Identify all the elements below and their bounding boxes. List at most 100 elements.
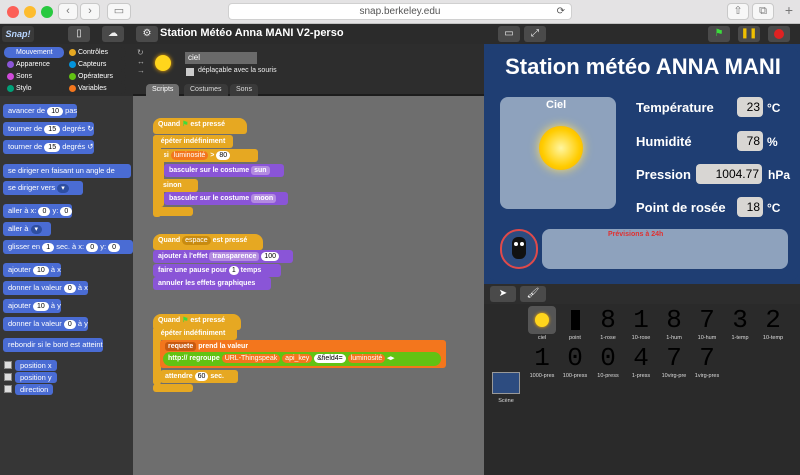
zoom-window-icon[interactable] <box>41 6 53 18</box>
costume-thumbnail[interactable]: 7 <box>693 344 721 372</box>
reporter-position-y[interactable]: position y <box>15 372 57 383</box>
block-switch-costume-sun[interactable]: basculer sur le costume sun <box>164 164 284 177</box>
scene-label: Scène <box>498 398 514 404</box>
costume-thumbnail[interactable]: 0 <box>594 344 622 372</box>
category-apparence[interactable]: Apparence <box>4 59 64 70</box>
block-pause[interactable]: faire une pause pour 1 temps <box>153 264 281 277</box>
draggable-checkbox[interactable] <box>186 68 194 76</box>
block-set-y[interactable]: donner la valeur 0 à y <box>3 317 88 331</box>
costume-thumbnail[interactable] <box>528 306 556 334</box>
stage-label: Pression <box>636 167 691 182</box>
tab-costumes[interactable]: Costumes <box>184 84 228 96</box>
block-change-y[interactable]: ajouter 10 à y <box>3 299 61 313</box>
costume-thumbnail[interactable]: 1 <box>627 306 655 334</box>
hat-key-pressed[interactable]: Quand espace est pressé <box>153 234 263 250</box>
reload-icon[interactable]: ⟳ <box>557 4 565 20</box>
url-text: snap.berkeley.edu <box>359 6 441 17</box>
reporter-direction[interactable]: direction <box>15 384 54 395</box>
pause-icon[interactable]: ❚❚ <box>738 26 760 42</box>
category-capteurs[interactable]: Capteurs <box>66 59 126 70</box>
green-flag-icon[interactable]: ⚑ <box>708 26 730 42</box>
costume-thumbnail[interactable]: 2 <box>759 306 787 334</box>
costume-thumbnail[interactable]: 1 <box>528 344 556 372</box>
category-opérateurs[interactable]: Opérateurs <box>66 71 126 82</box>
category-variables[interactable]: Variables <box>66 83 126 94</box>
back-button[interactable]: ‹ <box>58 3 78 20</box>
costume-thumbnail[interactable]: 8 <box>660 306 688 334</box>
checkbox-position-x[interactable] <box>4 361 12 369</box>
stage-value: 18 <box>737 197 763 217</box>
category-stylo[interactable]: Stylo <box>4 83 64 94</box>
category-label: Variables <box>78 85 107 92</box>
stage-unit: °C <box>767 201 781 215</box>
tab-scripts[interactable]: Scripts <box>146 84 180 96</box>
reporter-position-x[interactable]: position x <box>15 360 57 371</box>
category-label: Opérateurs <box>78 73 114 80</box>
block-turn-right[interactable]: tourner de 15 degrés ↻ <box>3 122 94 136</box>
forward-button[interactable]: › <box>80 3 100 20</box>
block-point-towards[interactable]: se diriger vers ▾ <box>3 181 83 195</box>
file-icon[interactable]: ▯ <box>68 26 90 42</box>
cloud-icon[interactable]: ☁ <box>102 26 124 42</box>
block-if[interactable]: si luminosité > 80 <box>158 149 258 162</box>
costume-thumbnail[interactable]: 3 <box>726 306 754 334</box>
block-switch-costume-moon[interactable]: basculer sur le costume moon <box>164 192 288 205</box>
scene-thumbnail[interactable] <box>492 372 520 394</box>
tabs-icon[interactable]: ⧉ <box>752 3 774 20</box>
block-go-to-xy[interactable]: aller à x: 0 y: 0 <box>3 204 73 218</box>
sky-label: Ciel <box>546 99 567 111</box>
block-change-effect[interactable]: ajouter à l'effet transparence 100 <box>153 250 293 263</box>
sidebar-icon[interactable]: ▭ <box>107 3 131 20</box>
costume-thumbnail[interactable]: 4 <box>627 344 655 372</box>
category-contrôles[interactable]: Contrôles <box>66 47 126 58</box>
block-glide[interactable]: glisser en 1 sec. à x: 0 y: 0 <box>3 240 133 254</box>
address-bar[interactable]: snap.berkeley.edu ⟳ <box>228 3 572 20</box>
category-sons[interactable]: Sons <box>4 71 64 82</box>
stop-button[interactable] <box>768 26 790 42</box>
snap-logo[interactable]: Snap! <box>2 26 34 42</box>
rotation-style-icon[interactable]: ↻ ↔ → <box>137 48 145 75</box>
costume-thumbnail[interactable]: 7 <box>660 344 688 372</box>
settings-gear-icon[interactable]: ⚙ <box>136 26 158 42</box>
category-dot-icon <box>69 73 76 80</box>
block-forever-2[interactable]: répéter indéfiniment <box>153 327 237 340</box>
costume-thumbnail[interactable]: 7 <box>693 306 721 334</box>
new-tab-button[interactable]: + <box>780 3 798 20</box>
minimize-window-icon[interactable] <box>24 6 36 18</box>
fullscreen-stage-icon[interactable]: ⤢ <box>524 26 546 42</box>
stage-value: 1004.77 <box>696 164 762 184</box>
block-change-x[interactable]: ajouter 10 à x <box>3 263 61 277</box>
stage-label: Point de rosée <box>636 200 726 215</box>
block-set-x[interactable]: donner la valeur 0 à x <box>3 281 88 295</box>
paint-brush-icon[interactable]: 🖌 <box>520 286 546 302</box>
category-mouvement[interactable]: Mouvement <box>4 47 64 58</box>
block-bounce[interactable]: rebondir si le bord est atteint <box>3 338 103 352</box>
block-palette: avancer de 10 pas tourner de 15 degrés ↻… <box>0 96 133 475</box>
close-window-icon[interactable] <box>7 6 19 18</box>
category-dot-icon <box>7 61 14 68</box>
block-forever[interactable]: répéter indéfiniment <box>153 135 233 148</box>
block-go-to[interactable]: aller à ▾ <box>3 222 51 236</box>
checkbox-direction[interactable] <box>4 385 12 393</box>
forecast-panel <box>542 229 788 269</box>
block-turn-left[interactable]: tourner de 15 degrés ↺ <box>3 140 94 154</box>
sprite-name-field[interactable]: ciel <box>185 52 257 64</box>
green-flag-icon: ⚑ <box>182 121 189 128</box>
block-point-direction[interactable]: se diriger en faisant un angle de <box>3 164 131 178</box>
block-else[interactable]: sinon <box>158 179 198 192</box>
share-icon[interactable]: ⇧ <box>727 3 749 20</box>
point-icon <box>570 310 580 330</box>
block-join[interactable]: http:// regroupe URL-Thingspeak api_key … <box>163 352 441 366</box>
tab-sounds[interactable]: Sons <box>230 84 258 96</box>
costume-thumbnail[interactable]: 0 <box>561 344 589 372</box>
hat-green-flag[interactable]: Quand ⚑ est pressé <box>153 118 247 134</box>
costume-thumbnail[interactable]: 8 <box>594 306 622 334</box>
checkbox-position-y[interactable] <box>4 373 12 381</box>
costume-thumbnail[interactable] <box>561 306 589 334</box>
block-clear-effects[interactable]: annuler les effets graphiques <box>153 277 271 290</box>
block-wait[interactable]: attendre 60 sec. <box>160 370 238 383</box>
block-move[interactable]: avancer de 10 pas <box>3 104 78 118</box>
project-title: Station Météo Anna MANI V2-perso <box>160 27 344 39</box>
normal-stage-icon[interactable]: ▭ <box>498 26 520 42</box>
turtle-sprite-icon[interactable]: ➤ <box>490 286 516 302</box>
